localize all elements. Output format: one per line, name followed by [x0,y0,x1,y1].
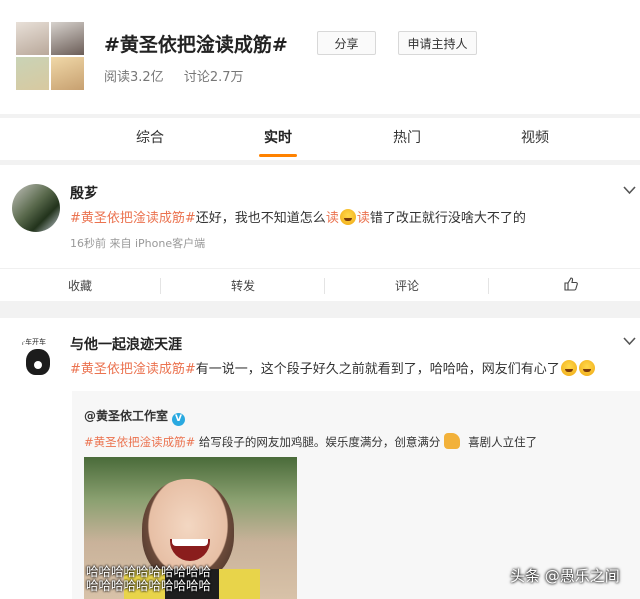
tab-realtime[interactable]: 实时 [264,127,292,147]
comment-button[interactable]: 评论 [395,277,419,294]
discussion-count: 讨论2.7万 [183,70,244,85]
highlight-word: 读 [356,211,370,226]
hashtag-link[interactable]: #黄圣依把淦读成筋# [70,362,196,377]
avatar[interactable]: 开车开车 [16,336,60,380]
laughing-emoji-icon [578,360,595,376]
tab-video[interactable]: 视频 [521,127,549,147]
action-divider [160,278,161,294]
chevron-down-icon[interactable] [623,183,636,199]
action-divider [324,278,325,294]
post-meta: 16秒前 来自 iPhone客户端 [70,237,206,250]
post-text-segment: 有一说一，这个段子好久之前就看到了，哈哈哈，网友们有心了 [195,362,560,377]
active-tab-indicator [259,154,297,157]
image-caption-line: 哈哈哈哈哈哈哈哈哈哈 [86,578,212,593]
repost-text-segment: 给写段子的网友加鸡腿。娱乐度满分，创意满分 [195,435,441,449]
topic-title: #黄圣依把淦读成筋# [104,34,288,56]
share-button[interactable]: 分享 [317,31,376,55]
image-teeth [172,539,208,546]
image-caption: 哈哈哈哈哈哈哈哈哈哈 哈哈哈哈哈哈哈哈哈哈 [86,565,211,593]
post-username[interactable]: 殷芗 [70,183,98,203]
laughing-emoji-icon [560,360,577,376]
post-text-segment: 还好，我也不知道怎么 [195,211,326,226]
laughing-emoji-icon [339,209,356,225]
hashtag-link[interactable]: #黄圣依把淦读成筋# [84,435,195,449]
repost-username-text[interactable]: @黄圣依工作室 [84,409,168,423]
read-count: 阅读3.2亿 [104,70,164,85]
avatar[interactable] [12,184,60,232]
post-card: 开车开车 与他一起浪迹天涯 #黄圣依把淦读成筋#有一说一，这个段子好久之前就看到… [0,318,640,599]
repost-image[interactable]: 哈哈哈哈哈哈哈哈哈哈 哈哈哈哈哈哈哈哈哈哈 [84,457,297,599]
post-text: #黄圣依把淦读成筋#有一说一，这个段子好久之前就看到了，哈哈哈，网友们有心了 [70,358,596,377]
repost-text-segment: 喜剧人立住了 [464,435,538,449]
verified-badge-icon: V [172,413,186,426]
post-actions: 收藏 转发 评论 [0,268,640,301]
repost-username[interactable]: @黄圣依工作室 V [84,407,186,426]
highlight-word: 读 [325,211,339,226]
collect-button[interactable]: 收藏 [68,277,92,294]
avatar-face-icon [26,349,50,375]
watermark: 头条 @愚乐之间 [510,567,620,585]
tab-hot[interactable]: 热门 [393,127,421,147]
topic-header: #黄圣依把淦读成筋# 阅读3.2亿 讨论2.7万 分享 申请主持人 [0,0,640,114]
feed-tabs: 综合 实时 热门 视频 [0,118,640,160]
post-text-segment: 错了改正就行没啥大不了的 [369,211,526,226]
action-divider [488,278,489,294]
repost-text: #黄圣依把淦读成筋# 给写段子的网友加鸡腿。娱乐度满分，创意满分 喜剧人立住了 [84,433,537,450]
image-caption-line: 哈哈哈哈哈哈哈哈哈哈 [86,564,212,579]
post-card: 殷芗 #黄圣依把淦读成筋#还好，我也不知道怎么读 读错了改正就行没啥大不了的 16… [0,165,640,301]
topic-cover-image [16,22,84,90]
like-icon[interactable] [564,277,578,291]
post-text: #黄圣依把淦读成筋#还好，我也不知道怎么读 读错了改正就行没啥大不了的 [70,207,526,226]
hashtag-link[interactable]: #黄圣依把淦读成筋# [70,211,196,226]
tab-general[interactable]: 综合 [136,127,164,147]
topic-stats: 阅读3.2亿 讨论2.7万 [104,66,254,85]
post-username[interactable]: 与他一起浪迹天涯 [70,334,182,354]
apply-host-button[interactable]: 申请主持人 [398,31,477,55]
chevron-down-icon[interactable] [623,334,636,350]
repost-button[interactable]: 转发 [231,277,255,294]
avatar-caption: 开车开车 [18,338,46,346]
thumbs-up-emoji-icon [444,433,461,449]
